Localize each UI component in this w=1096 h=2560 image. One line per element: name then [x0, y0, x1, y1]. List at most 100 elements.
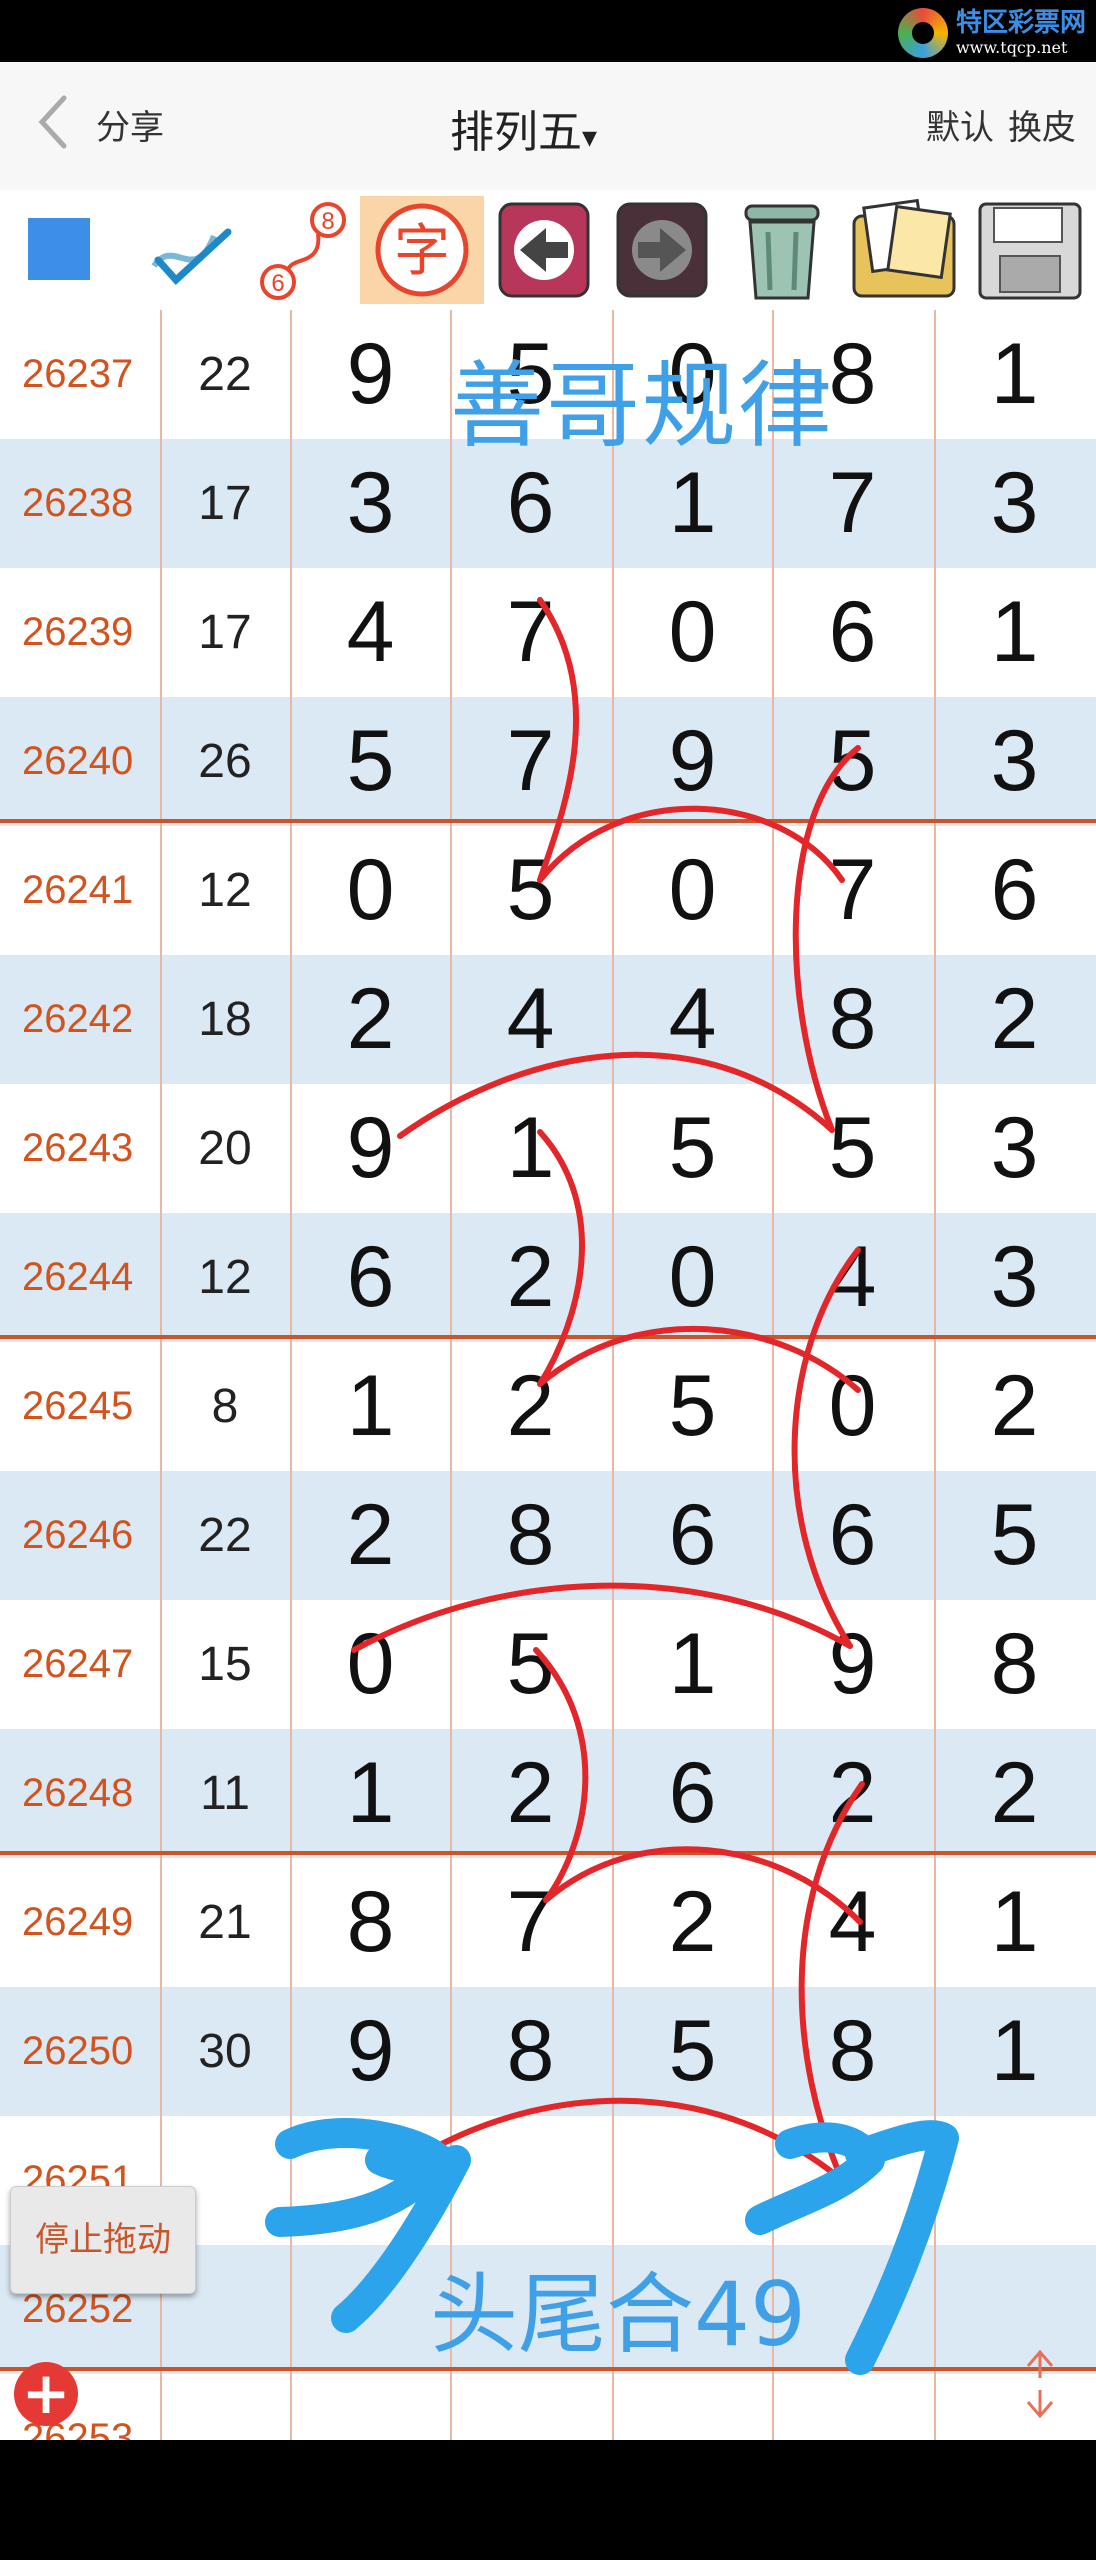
digit-sum: 8 — [211, 1380, 239, 1433]
page-title-dropdown[interactable]: 排列五▾ — [450, 96, 597, 160]
digit-cell: 6 — [346, 1229, 395, 1325]
digit-sum: 30 — [198, 2025, 252, 2078]
resize-arrows-icon[interactable] — [1018, 2346, 1062, 2422]
default-button[interactable]: 默认 — [926, 100, 994, 149]
change-skin-button[interactable]: 换皮 — [1008, 100, 1076, 149]
digit-cell: 8 — [506, 2003, 555, 2099]
issue-number: 26249 — [22, 1900, 134, 1944]
table-row[interactable]: 26249 21 8 7 2 4 1 — [0, 1858, 1096, 1987]
annotation-title: 善哥规律 — [450, 352, 835, 461]
digit-cell — [612, 2116, 773, 2245]
issue-number: 26246 — [22, 1513, 134, 1557]
navigation-bar — [0, 2440, 1096, 2560]
digit-cell: 1 — [990, 2003, 1039, 2099]
table-row[interactable]: 26244 12 6 2 0 4 3 — [0, 1213, 1096, 1342]
digit-cell: 7 — [506, 1874, 555, 1970]
digit-sum: 12 — [198, 1251, 252, 1304]
table-row[interactable]: 26242 18 2 4 4 8 2 — [0, 955, 1096, 1084]
photo-album-icon[interactable] — [846, 196, 964, 304]
table-row[interactable]: 26243 20 9 1 5 5 3 — [0, 1084, 1096, 1213]
digit-sum: 20 — [198, 1122, 252, 1175]
digit-sum — [162, 2374, 288, 2440]
digit-cell: 8 — [346, 1874, 395, 1970]
digit-cell: 5 — [990, 1487, 1039, 1583]
digit-cell: 3 — [990, 1100, 1039, 1196]
digit-cell: 1 — [990, 326, 1039, 422]
digit-cell: 9 — [828, 1616, 877, 1712]
watermark-name: 特区彩票网 — [955, 8, 1086, 38]
issue-number: 26250 — [22, 2029, 134, 2073]
trash-can-icon[interactable] — [724, 196, 840, 304]
issue-number: 26240 — [22, 739, 134, 783]
table-row[interactable]: 26240 26 5 7 9 5 3 — [0, 697, 1096, 826]
table-row[interactable]: 26253 — [0, 2374, 1096, 2440]
nav-bar: 分享 排列五▾ 默认 换皮 — [0, 62, 1096, 191]
save-disk-icon[interactable] — [972, 196, 1088, 304]
pen-check-icon[interactable] — [144, 196, 244, 304]
digit-cell — [290, 2245, 451, 2374]
page-title: 排列五 — [450, 107, 582, 158]
issue-number: 26242 — [22, 997, 134, 1041]
digit-cell: 5 — [828, 713, 877, 809]
redo-arrow-icon[interactable] — [612, 196, 712, 304]
table-row[interactable]: 26247 15 0 5 1 9 8 — [0, 1600, 1096, 1729]
digit-cell: 4 — [346, 584, 395, 680]
char-tool[interactable]: 字 — [360, 196, 484, 304]
digit-cell: 0 — [668, 1229, 717, 1325]
link-numbers-icon[interactable]: 8 6 — [252, 196, 352, 304]
digit-cell: 2 — [990, 1745, 1039, 1841]
digit-cell — [934, 2245, 1095, 2374]
group-separator — [0, 1851, 1096, 1855]
digit-cell: 6 — [668, 1487, 717, 1583]
digit-cell: 3 — [990, 1229, 1039, 1325]
share-button[interactable]: 分享 — [96, 100, 164, 149]
digit-cell: 2 — [828, 1745, 877, 1841]
digit-sum: 18 — [198, 993, 252, 1046]
digit-cell: 6 — [668, 1745, 717, 1841]
table-row[interactable]: 26239 17 4 7 0 6 1 — [0, 568, 1096, 697]
digit-cell: 1 — [506, 1100, 555, 1196]
digit-cell: 4 — [828, 1874, 877, 1970]
issue-number: 26247 — [22, 1642, 134, 1686]
group-separator — [0, 819, 1096, 823]
undo-arrow-icon[interactable] — [494, 196, 594, 304]
digit-cell: 0 — [346, 842, 395, 938]
watermark-url: www.tqcp.net — [955, 38, 1068, 57]
digit-cell: 8 — [506, 1487, 555, 1583]
table-row[interactable]: 26250 30 9 8 5 8 1 — [0, 1987, 1096, 2116]
add-button[interactable]: + — [14, 2362, 78, 2426]
toolbar: 8 6 字 — [0, 190, 1096, 310]
digit-cell: 5 — [668, 1100, 717, 1196]
column-divider — [612, 310, 614, 2440]
digit-cell: 8 — [828, 2003, 877, 2099]
digit-cell: 0 — [346, 1616, 395, 1712]
issue-number: 26243 — [22, 1126, 134, 1170]
column-divider — [160, 310, 162, 2440]
issue-number: 26248 — [22, 1771, 134, 1815]
column-divider — [290, 310, 292, 2440]
badge-bottom: 6 — [271, 270, 284, 297]
digit-cell — [450, 2116, 611, 2245]
watermark-logo-icon — [897, 8, 948, 58]
digit-sum: 17 — [198, 477, 252, 530]
back-chevron-icon[interactable] — [34, 92, 74, 152]
digit-sum: 26 — [198, 735, 252, 788]
digit-cell: 5 — [668, 2003, 717, 2099]
digit-cell — [772, 2116, 933, 2245]
digit-cell — [290, 2116, 451, 2245]
table-row[interactable]: 26241 12 0 5 0 7 6 — [0, 826, 1096, 955]
digit-cell: 1 — [346, 1745, 395, 1841]
stop-drag-button[interactable]: 停止拖动 — [10, 2186, 196, 2294]
table-row[interactable]: 26245 8 1 2 5 0 2 — [0, 1342, 1096, 1471]
table-row[interactable]: 26248 11 1 2 6 2 2 — [0, 1729, 1096, 1858]
digit-cell: 5 — [668, 1358, 717, 1454]
digit-cell: 1 — [346, 1358, 395, 1454]
digit-cell: 1 — [990, 1874, 1039, 1970]
issue-number: 26244 — [22, 1255, 134, 1299]
table-row[interactable]: 26246 22 2 8 6 6 5 — [0, 1471, 1096, 1600]
digit-cell: 3 — [990, 455, 1039, 551]
group-separator — [0, 1335, 1096, 1339]
color-square-icon[interactable] — [28, 218, 90, 280]
digit-cell: 2 — [346, 971, 395, 1067]
results-grid[interactable]: 26237 22 9 5 0 8 1 26238 17 3 6 1 7 3 26239 17 4 7 0 6 1 2624… — [0, 310, 1096, 2440]
